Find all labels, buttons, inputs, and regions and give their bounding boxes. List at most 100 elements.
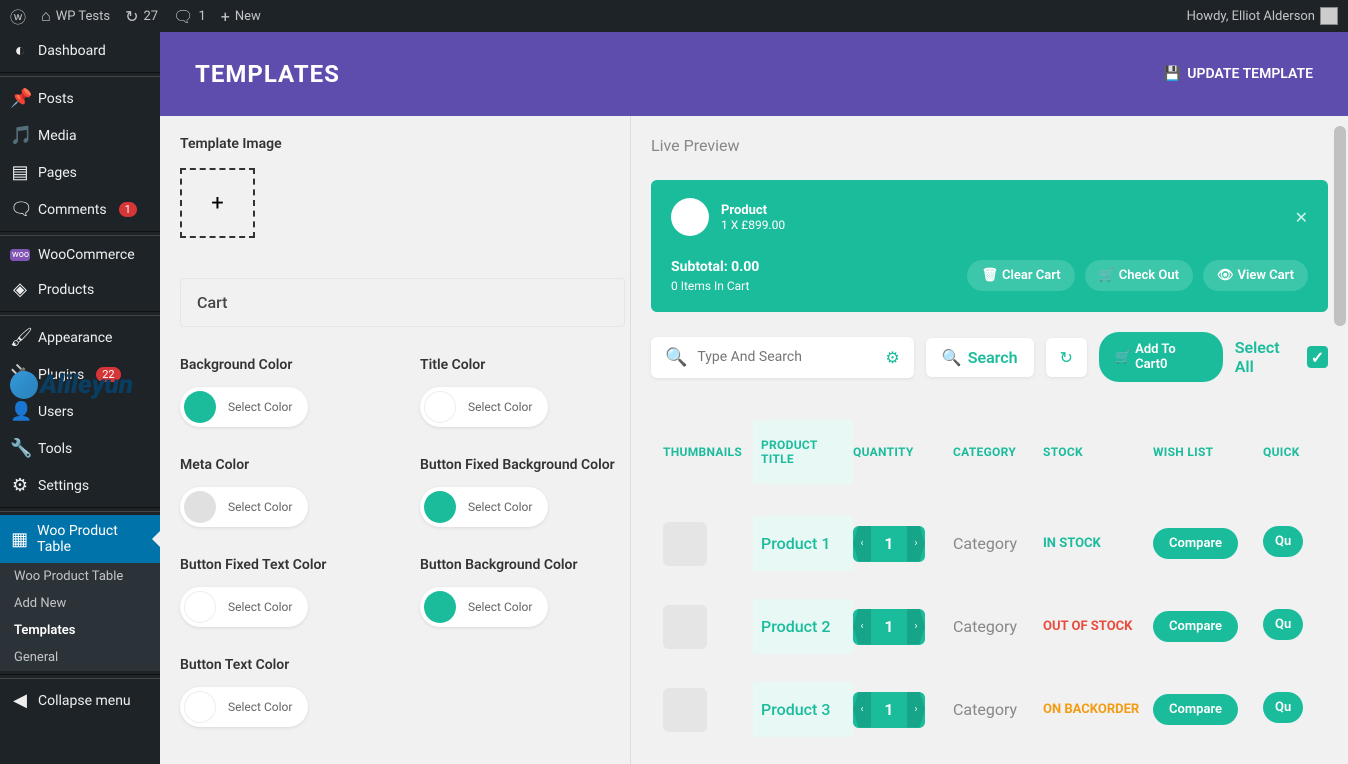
submenu-item-general[interactable]: General — [0, 644, 160, 671]
search-input[interactable] — [697, 349, 875, 365]
quantity-stepper[interactable]: ‹ 1 › — [853, 692, 925, 728]
preview-toolbar: 🔍 ⚙ 🔍Search ↻ 🛒Add To Cart0 Select All ✓ — [651, 332, 1328, 382]
stock-status: ON BACKORDER — [1043, 702, 1153, 717]
tools-icon: 🔧 — [10, 438, 30, 459]
update-template-button[interactable]: 💾 UPDATE TEMPLATE — [1164, 66, 1313, 82]
color-swatch — [424, 491, 456, 523]
badge: 1 — [119, 202, 137, 217]
view-cart-button[interactable]: 👁View Cart — [1203, 260, 1308, 291]
sidebar-item-woo-product-table[interactable]: ▦Woo Product Table — [0, 515, 160, 563]
clear-cart-button[interactable]: 🗑Clear Cart — [967, 260, 1074, 291]
sidebar-item-appearance[interactable]: 🖌Appearance — [0, 319, 160, 356]
sidebar-item-comments[interactable]: 🗨Comments1 — [0, 191, 160, 228]
page-title: TEMPLATES — [195, 60, 340, 88]
howdy-user[interactable]: Howdy, Elliot Alderson — [1187, 7, 1338, 25]
btn-fixed-text-label: Button Fixed Text Color — [180, 557, 390, 573]
quick-button[interactable]: Qu — [1263, 692, 1303, 723]
sidebar-item-tools[interactable]: 🔧Tools — [0, 430, 160, 467]
quick-button[interactable]: Qu — [1263, 526, 1303, 557]
qty-decrease[interactable]: ‹ — [853, 609, 871, 645]
updates-link[interactable]: ↻27 — [125, 7, 158, 26]
refresh-button[interactable]: ↻ — [1046, 338, 1087, 377]
cart-remove-icon[interactable]: ✕ — [1295, 208, 1308, 227]
image-upload[interactable]: + — [180, 168, 255, 238]
th-quick: QUICK — [1263, 445, 1323, 459]
refresh-icon: ↻ — [1060, 348, 1073, 367]
table-icon: ▦ — [10, 529, 29, 550]
users-icon: 👤 — [10, 401, 30, 422]
product-title-cell[interactable]: Product 1 — [753, 516, 853, 571]
quantity-stepper[interactable]: ‹ 1 › — [853, 609, 925, 645]
category-cell[interactable]: Category — [953, 700, 1043, 719]
compare-button[interactable]: Compare — [1153, 694, 1238, 725]
add-to-cart-button[interactable]: 🛒Add To Cart0 — [1099, 332, 1223, 382]
product-thumb — [663, 522, 707, 566]
submenu-item-wpt[interactable]: Woo Product Table — [0, 563, 160, 590]
sliders-icon[interactable]: ⚙ — [885, 348, 899, 367]
title-color-picker[interactable]: Select Color — [420, 387, 548, 427]
collapse-menu[interactable]: ◀Collapse menu — [0, 682, 160, 719]
category-cell[interactable]: Category — [953, 617, 1043, 636]
compare-button[interactable]: Compare — [1153, 611, 1238, 642]
qty-value: 1 — [871, 609, 907, 645]
sidebar-item-dashboard[interactable]: ◐Dashboard — [0, 32, 160, 69]
submenu-item-addnew[interactable]: Add New — [0, 590, 160, 617]
btn-text-picker[interactable]: Select Color — [180, 687, 308, 727]
qty-increase[interactable]: › — [907, 526, 925, 562]
table-row: Product 1 ‹ 1 › Category IN STOCK Compar… — [651, 502, 1338, 585]
comments-icon: 🗨 — [10, 199, 30, 220]
cart-product-meta: 1 X £899.00 — [721, 218, 1283, 232]
th-category: CATEGORY — [953, 445, 1043, 459]
quick-button[interactable]: Qu — [1263, 609, 1303, 640]
search-button[interactable]: 🔍Search — [926, 338, 1034, 377]
site-name[interactable]: ⌂WP Tests — [41, 6, 110, 26]
qty-increase[interactable]: › — [907, 692, 925, 728]
meta-color-picker[interactable]: Select Color — [180, 487, 308, 527]
pin-icon: 📌 — [10, 88, 30, 109]
cart-icon: 🛒 — [1099, 268, 1115, 283]
submenu-item-templates[interactable]: Templates — [0, 617, 160, 644]
comments-link[interactable]: 🗨1 — [173, 7, 206, 26]
scrollbar[interactable] — [1332, 126, 1348, 764]
btn-fixed-bg-label: Button Fixed Background Color — [420, 457, 630, 473]
color-swatch — [184, 691, 216, 723]
main-content: TEMPLATES 💾 UPDATE TEMPLATE Template Ima… — [160, 32, 1348, 764]
qty-decrease[interactable]: ‹ — [853, 692, 871, 728]
bg-color-picker[interactable]: Select Color — [180, 387, 308, 427]
quantity-stepper[interactable]: ‹ 1 › — [853, 526, 925, 562]
color-swatch — [424, 591, 456, 623]
qty-decrease[interactable]: ‹ — [853, 526, 871, 562]
sidebar-item-woocommerce[interactable]: wooWooCommerce — [0, 239, 160, 271]
qty-increase[interactable]: › — [907, 609, 925, 645]
qty-value: 1 — [871, 692, 907, 728]
appearance-icon: 🖌 — [10, 327, 30, 348]
select-all[interactable]: Select All ✓ — [1235, 338, 1328, 376]
dashboard-icon: ◐ — [10, 40, 30, 61]
sidebar-item-pages[interactable]: ▤Pages — [0, 154, 160, 191]
settings-panel: Template Image + Cart Background Color S… — [160, 116, 630, 764]
sidebar-item-posts[interactable]: 📌Posts — [0, 80, 160, 117]
product-title-cell[interactable]: Product 2 — [753, 599, 853, 654]
category-cell[interactable]: Category — [953, 534, 1043, 553]
checkout-button[interactable]: 🛒Check Out — [1085, 260, 1193, 291]
btn-fixed-text-picker[interactable]: Select Color — [180, 587, 308, 627]
qty-value: 1 — [871, 526, 907, 562]
sidebar-item-media[interactable]: 🎵Media — [0, 117, 160, 154]
btn-fixed-bg-picker[interactable]: Select Color — [420, 487, 548, 527]
collapse-icon: ◀ — [10, 690, 30, 711]
title-color-label: Title Color — [420, 357, 630, 373]
btn-bg-picker[interactable]: Select Color — [420, 587, 548, 627]
search-box[interactable]: 🔍 ⚙ — [651, 337, 914, 378]
color-swatch — [424, 391, 456, 423]
product-thumb — [663, 688, 707, 732]
sidebar-submenu: Woo Product Table Add New Templates Gene… — [0, 563, 160, 671]
subtotal-label: Subtotal: 0.00 — [671, 259, 759, 275]
new-link[interactable]: +New — [221, 7, 261, 26]
compare-button[interactable]: Compare — [1153, 528, 1238, 559]
pages-icon: ▤ — [10, 162, 30, 183]
page-header: TEMPLATES 💾 UPDATE TEMPLATE — [160, 32, 1348, 116]
wp-logo[interactable]: ⓦ — [10, 4, 26, 28]
sidebar-item-products[interactable]: ◈Products — [0, 271, 160, 308]
sidebar-item-settings[interactable]: ⚙Settings — [0, 467, 160, 504]
product-title-cell[interactable]: Product 3 — [753, 682, 853, 737]
